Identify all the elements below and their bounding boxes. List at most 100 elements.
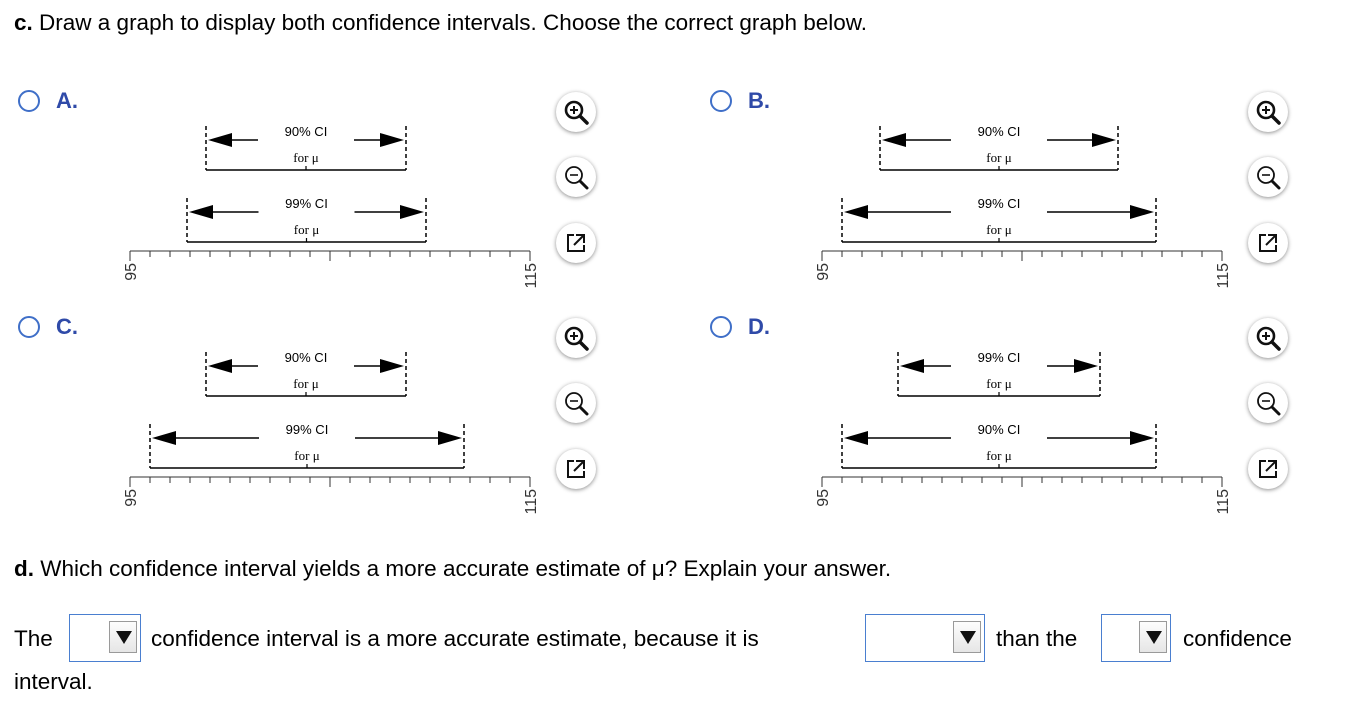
axis-min-label: 95 [815, 489, 832, 507]
arrowhead-left [844, 431, 868, 445]
zoom-out-icon [1257, 166, 1281, 190]
caret-down-icon [960, 631, 976, 644]
interval-label-line2: for μ [986, 222, 1011, 237]
interval-label-line2: for μ [986, 150, 1011, 165]
option-a-popout-button[interactable] [556, 223, 596, 263]
axis-min-label: 95 [123, 263, 140, 281]
option-d-popout-button[interactable] [1248, 449, 1288, 489]
axis-max-label: 115 [523, 489, 540, 514]
arrowhead-right [438, 431, 462, 445]
zoom-out-icon [565, 392, 589, 416]
option-c-plot: 90% CI for μ 99% CI for μ 95 115 [123, 350, 540, 515]
arrowhead-left [900, 359, 924, 373]
arrowhead-right [1092, 133, 1116, 147]
option-c-zoom-in-button[interactable] [556, 318, 596, 358]
zoom-out-icon [565, 166, 589, 190]
interval-label-line1: 90% CI [285, 350, 328, 365]
interval-label-line1: 90% CI [978, 422, 1021, 437]
arrowhead-left [152, 431, 176, 445]
axis-max-label: 115 [1215, 263, 1232, 288]
interval-label-line1: 90% CI [285, 124, 328, 139]
interval-label-line1: 99% CI [978, 196, 1021, 211]
option-d-plot: 99% CI for μ 90% CI for μ 95 115 [815, 350, 1232, 515]
part-c-text: Draw a graph to display both confidence … [39, 10, 868, 35]
arrowhead-left [208, 133, 232, 147]
zoom-in-icon [1256, 100, 1281, 125]
part-c-question: c. Draw a graph to display both confiden… [14, 10, 867, 36]
dropdown-3-arrow [1139, 621, 1167, 653]
arrowhead-left [189, 205, 213, 219]
dropdown-1-arrow [109, 621, 137, 653]
option-a-plot: 90% CI for μ 99% CI for μ 95 115 [123, 124, 540, 289]
option-a-zoom-in-button[interactable] [556, 92, 596, 132]
option-d-zoom-in-button[interactable] [1248, 318, 1288, 358]
zoom-in-icon [564, 100, 589, 125]
zoom-in-icon [564, 326, 589, 351]
arrowhead-right [1130, 205, 1154, 219]
dropdown-interval-2[interactable] [1101, 614, 1171, 662]
option-b-radio[interactable] [710, 90, 732, 112]
axis-max-label: 115 [523, 263, 540, 288]
answer-interval: interval. [14, 669, 93, 694]
interval-label-line1: 99% CI [286, 422, 329, 437]
option-d-zoom-out-button[interactable] [1248, 383, 1288, 423]
arrowhead-right [1130, 431, 1154, 445]
dropdown-interval-1[interactable] [69, 614, 141, 662]
dropdown-reason[interactable] [865, 614, 985, 662]
caret-down-icon [1146, 631, 1162, 644]
interval-label-line2: for μ [986, 448, 1011, 463]
option-a-zoom-out-button[interactable] [556, 157, 596, 197]
interval-label-line1: 99% CI [285, 196, 328, 211]
caret-down-icon [116, 631, 132, 644]
answer-than-the: than the [996, 626, 1078, 651]
interval-label-line2: for μ [294, 222, 319, 237]
option-b-popout-button[interactable] [1248, 223, 1288, 263]
interval-label-line2: for μ [293, 376, 318, 391]
part-d-text: Which confidence interval yields a more … [40, 556, 892, 581]
popout-icon [1259, 234, 1277, 252]
option-a-letter: A. [56, 88, 78, 113]
axis-max-label: 115 [1215, 489, 1232, 514]
interval-label-line2: for μ [293, 150, 318, 165]
part-d-question: d. Which confidence interval yields a mo… [14, 556, 891, 582]
part-d-label: d. [14, 556, 34, 581]
option-b-graph: 90% CI for μ 99% CI for μ 95 115 [804, 118, 1244, 338]
option-c-letter: C. [56, 314, 78, 339]
arrowhead-right [380, 359, 404, 373]
zoom-out-icon [1257, 392, 1281, 416]
interval-label-line2: for μ [986, 376, 1011, 391]
arrowhead-right [400, 205, 424, 219]
popout-icon [1259, 460, 1277, 478]
interval-label-line1: 99% CI [978, 350, 1021, 365]
interval-label-line2: for μ [294, 448, 319, 463]
option-d-radio[interactable] [710, 316, 732, 338]
option-b-zoom-in-button[interactable] [1248, 92, 1288, 132]
option-a-radio[interactable] [18, 90, 40, 112]
popout-icon [567, 234, 585, 252]
option-c-graph: 90% CI for μ 99% CI for μ 95 115 [112, 344, 552, 564]
arrowhead-right [380, 133, 404, 147]
option-b-plot: 90% CI for μ 99% CI for μ 95 115 [815, 124, 1232, 289]
popout-icon [567, 460, 585, 478]
arrowhead-left [844, 205, 868, 219]
option-c-popout-button[interactable] [556, 449, 596, 489]
option-c-zoom-out-button[interactable] [556, 383, 596, 423]
answer-confidence: confidence [1183, 626, 1292, 651]
option-c-radio[interactable] [18, 316, 40, 338]
zoom-in-icon [1256, 326, 1281, 351]
option-b-zoom-out-button[interactable] [1248, 157, 1288, 197]
arrowhead-left [882, 133, 906, 147]
option-d-graph: 99% CI for μ 90% CI for μ 95 115 [804, 344, 1244, 564]
option-d-letter: D. [748, 314, 770, 339]
arrowhead-left [208, 359, 232, 373]
axis-min-label: 95 [815, 263, 832, 281]
part-c-label: c. [14, 10, 33, 35]
answer-word-the: The [14, 626, 53, 651]
axis-min-label: 95 [123, 489, 140, 507]
option-b-letter: B. [748, 88, 770, 113]
arrowhead-right [1074, 359, 1098, 373]
dropdown-2-arrow [953, 621, 981, 653]
answer-middle-text: confidence interval is a more accurate e… [151, 626, 759, 651]
interval-label-line1: 90% CI [978, 124, 1021, 139]
option-a-graph: 90% CI for μ 99% CI for μ 95 115 [112, 118, 552, 338]
